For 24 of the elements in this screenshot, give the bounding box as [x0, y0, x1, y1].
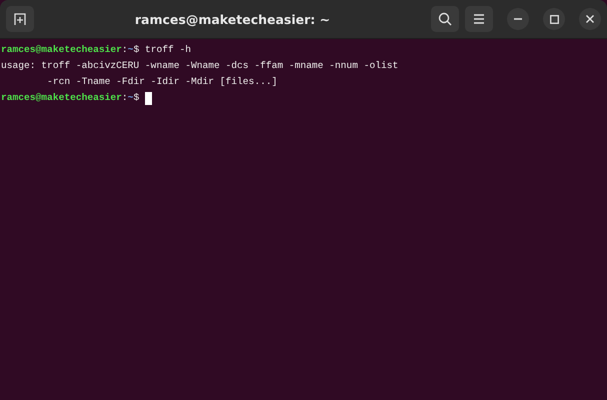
menu-button[interactable] — [465, 6, 493, 32]
prompt-path: ~ — [128, 91, 134, 105]
prompt-user-host: ramces@maketecheasier — [1, 91, 122, 105]
close-button[interactable] — [579, 8, 601, 30]
maximize-icon — [550, 14, 558, 24]
prompt-separator: : — [122, 91, 128, 105]
prompt-symbol: $ — [133, 91, 140, 105]
minimize-icon — [514, 18, 522, 20]
maximize-button[interactable] — [543, 8, 565, 30]
menu-icon — [473, 14, 485, 24]
prompt-separator: : — [122, 43, 128, 57]
new-tab-button[interactable] — [6, 6, 34, 32]
prompt-user-host: ramces@maketecheasier — [1, 43, 122, 57]
command-text: troff -h — [144, 43, 192, 57]
window-title: ramces@maketecheasier: ~ — [134, 12, 332, 26]
prompt-path: ~ — [128, 43, 134, 57]
search-button[interactable] — [431, 6, 459, 32]
output-line: usage: troff -abcivzCERU -wname -Wname -dcs -ffam -mname -nnum -olist — [1, 59, 398, 73]
prompt-symbol: $ — [133, 43, 140, 57]
minimize-button[interactable] — [507, 8, 529, 30]
output-line: -rcn -Tname -Fdir -Idir -Mdir [files...] — [46, 75, 278, 89]
close-icon — [586, 15, 594, 23]
new-tab-icon — [13, 12, 27, 26]
search-icon — [438, 12, 452, 26]
